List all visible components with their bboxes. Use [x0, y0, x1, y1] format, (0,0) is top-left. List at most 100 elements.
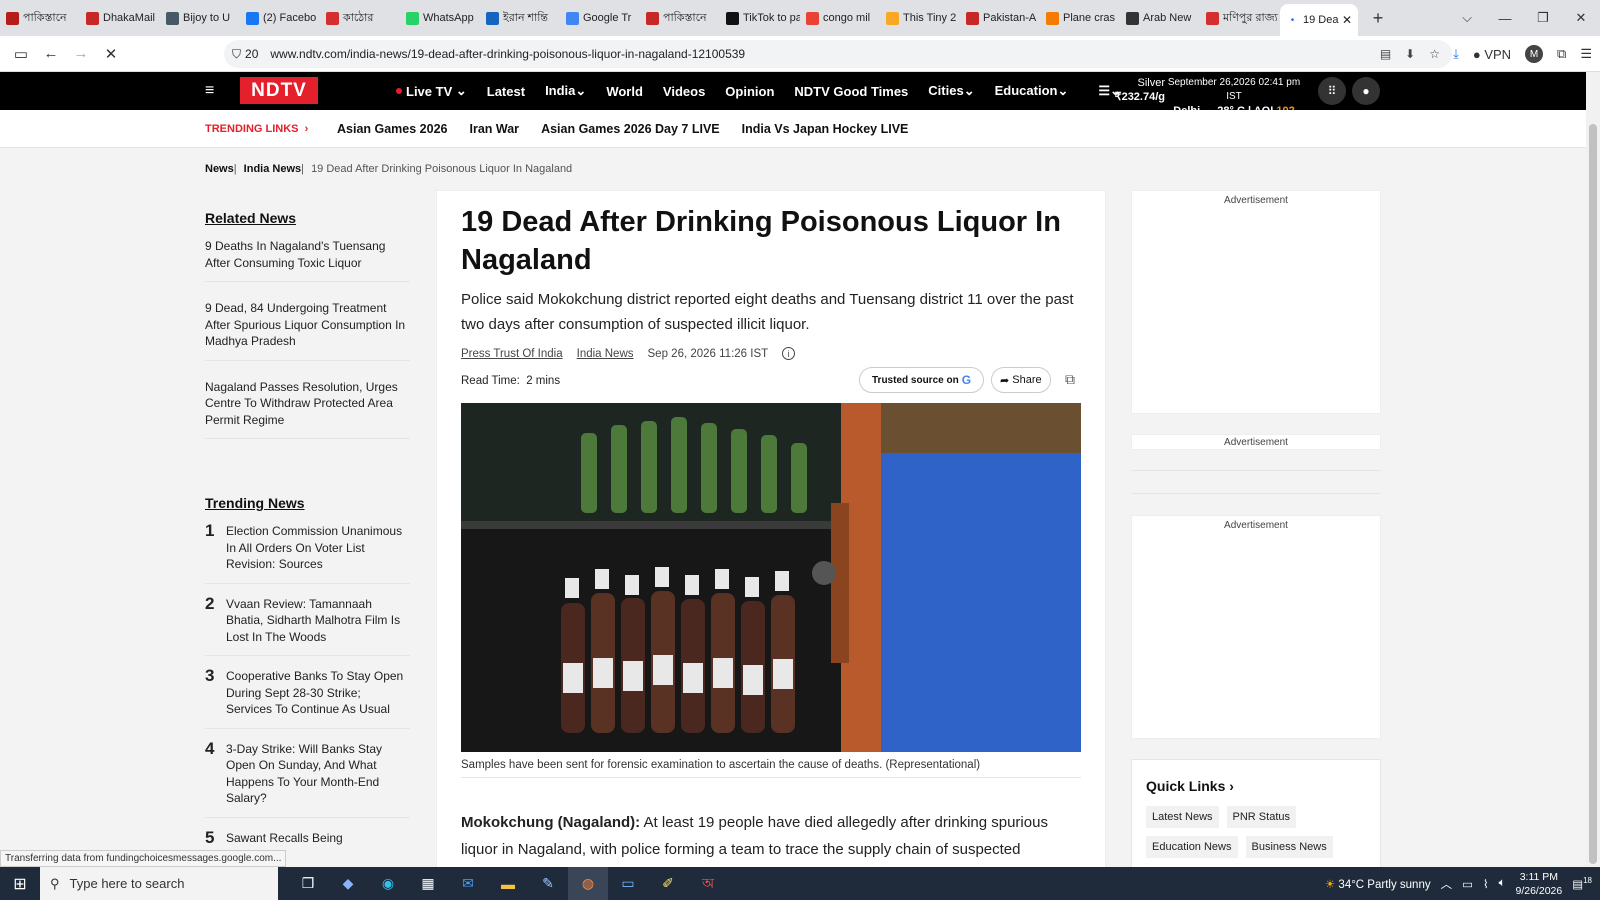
trending-item[interactable]: 1 Election Commission Unanimous In All Or… [205, 522, 410, 584]
nav-education[interactable]: Education⌄ [995, 83, 1069, 99]
browser-tab[interactable]: পাকিস্তানে [640, 4, 720, 32]
advertisement[interactable]: Advertisement [1131, 190, 1381, 414]
clock[interactable]: 3:11 PM 9/26/2026 [1516, 870, 1563, 898]
user-icon[interactable]: ● [1352, 77, 1380, 105]
browser-tab[interactable]: This Tiny 2 [880, 4, 960, 32]
notes-app-icon[interactable]: ✐ [648, 867, 688, 900]
close-tab-icon[interactable]: ✕ [1342, 13, 1352, 27]
network-icon[interactable]: ▭ [1462, 877, 1473, 891]
browser-tab[interactable]: DhakaMail [80, 4, 160, 32]
quick-link-chip[interactable]: Latest News [1146, 806, 1219, 828]
browser-tab[interactable]: ইরান শান্তি [480, 4, 560, 32]
related-news-title[interactable]: Related News [205, 210, 410, 226]
quick-link-chip[interactable]: Education News [1146, 836, 1238, 858]
weather-widget[interactable]: ☀ 34°C Partly sunny [1325, 877, 1431, 891]
scroll-thumb[interactable] [1589, 124, 1597, 864]
trending-link[interactable]: Asian Games 2026 Day 7 LIVE [541, 122, 720, 136]
shield-icon[interactable]: ⛉ [232, 47, 241, 62]
stop-loading-button[interactable]: ✕ [96, 39, 126, 69]
wifi-off-icon[interactable]: ⌇ [1483, 877, 1489, 891]
reader-view-icon[interactable]: ▤ [1380, 47, 1391, 61]
trending-link[interactable]: Iran War [470, 122, 520, 136]
trending-news-title[interactable]: Trending News [205, 495, 410, 511]
browser-tab[interactable]: Google Tr [560, 4, 640, 32]
app-window-icon[interactable]: ▭ [608, 867, 648, 900]
address-bar[interactable]: ⛉ 20 www.ndtv.com/india-news/19-dead-aft… [224, 40, 1452, 68]
share-button[interactable]: ➦ Share [991, 367, 1051, 393]
browser-tab[interactable]: পাকিস্তানে [0, 4, 80, 32]
tab-list-chevron-icon[interactable]: ⌵ [1448, 0, 1486, 36]
trending-link[interactable]: India Vs Japan Hockey LIVE [742, 122, 909, 136]
category-link[interactable]: India News [577, 348, 634, 360]
menu-hamburger-icon[interactable]: ☰ [1580, 46, 1592, 62]
info-icon[interactable]: i [782, 347, 796, 360]
page-scrollbar[interactable] [1586, 72, 1600, 867]
taskbar-search[interactable]: ⚲ Type here to search [40, 867, 278, 900]
trending-link[interactable]: Asian Games 2026 [337, 122, 448, 136]
copy-link-icon[interactable]: ⧉ [1065, 371, 1083, 389]
copilot-icon[interactable]: ◆ [328, 867, 368, 900]
browser-tab[interactable]: কাঠোর [320, 4, 400, 32]
browser-tab[interactable]: WhatsApp [400, 4, 480, 32]
nav-videos[interactable]: Videos [663, 84, 705, 99]
nav-india[interactable]: India⌄ [545, 83, 586, 99]
bangla-keyboard-icon[interactable]: অ [688, 867, 728, 900]
nav-latest[interactable]: Latest [487, 84, 525, 99]
browser-tab[interactable]: Arab New [1120, 4, 1200, 32]
quick-link-chip[interactable]: Business News [1245, 836, 1333, 858]
nav-live-tv[interactable]: Live TV ⌄ [396, 83, 467, 99]
related-item[interactable]: 9 Dead, 84 Undergoing Treatment After Sp… [205, 300, 410, 361]
profile-avatar[interactable]: M [1525, 45, 1544, 63]
trending-item[interactable]: 2 Vvaan Review: Tamannaah Bhatia, Sidhart… [205, 595, 410, 656]
quick-link-chip[interactable]: PNR Status [1226, 806, 1296, 828]
quick-links-title[interactable]: Quick Links › [1146, 778, 1366, 794]
advertisement[interactable]: Advertisement [1131, 434, 1381, 450]
apps-grid-icon[interactable]: ⠿ [1318, 77, 1346, 105]
sidebar-toggle-icon[interactable]: ▭ [6, 39, 36, 69]
author-link[interactable]: Press Trust Of India [461, 348, 563, 360]
related-item[interactable]: 9 Deaths In Nagaland's Tuensang After Co… [205, 238, 410, 282]
advertisement[interactable]: Advertisement [1131, 515, 1381, 739]
task-view-icon[interactable]: ❒ [288, 867, 328, 900]
ndtv-logo[interactable]: NDTV [240, 77, 318, 104]
breadcrumb-india-news[interactable]: India News [244, 163, 301, 175]
browser-tab[interactable]: TikTok to pay [720, 4, 800, 32]
download-icon[interactable]: ⤓ [1453, 46, 1459, 62]
tab-active[interactable]: • 19 Dea ✕ [1280, 4, 1358, 36]
restore-icon[interactable]: ❐ [1524, 0, 1562, 36]
save-to-pocket-icon[interactable]: ⬇ [1405, 47, 1415, 61]
browser-tab[interactable]: (2) Facebo [240, 4, 320, 32]
browser-tab[interactable]: congo mil [800, 4, 880, 32]
feather-app-icon[interactable]: ✎ [528, 867, 568, 900]
url-text[interactable]: www.ndtv.com/india-news/19-dead-after-dr… [270, 47, 1379, 61]
forward-button[interactable]: → [66, 39, 96, 69]
windows-start-icon[interactable]: ⊞ [0, 867, 40, 900]
trending-item[interactable]: 3 Cooperative Banks To Stay Open During S… [205, 667, 410, 729]
browser-tab[interactable]: মণিপুর রাজ্য [1200, 4, 1280, 32]
nav-cities[interactable]: Cities⌄ [928, 83, 974, 99]
nav-world[interactable]: World [606, 84, 643, 99]
extensions-icon[interactable]: ⧉ [1557, 46, 1566, 62]
bookmark-star-icon[interactable]: ☆ [1429, 47, 1440, 61]
volume-icon[interactable]: 🔈︎ [1499, 877, 1506, 890]
trusted-source-button[interactable]: Trusted source on G [859, 367, 985, 393]
trending-item[interactable]: 4 3-Day Strike: Will Banks Stay Open On S… [205, 740, 410, 818]
browser-tab[interactable]: Plane cras [1040, 4, 1120, 32]
back-button[interactable]: ← [36, 39, 66, 69]
breadcrumb-news[interactable]: News [205, 163, 234, 175]
nav-opinion[interactable]: Opinion [725, 84, 774, 99]
minimize-icon[interactable]: — [1486, 0, 1524, 36]
outlook-icon[interactable]: ✉ [448, 867, 488, 900]
nav-good-times[interactable]: NDTV Good Times [794, 84, 908, 99]
vpn-button[interactable]: ● VPN [1473, 47, 1511, 62]
file-explorer-icon[interactable]: ▬ [488, 867, 528, 900]
browser-tab[interactable]: Pakistan-A [960, 4, 1040, 32]
browser-tab[interactable]: Bijoy to U [160, 4, 240, 32]
notifications-icon[interactable]: ▤18 [1572, 876, 1592, 891]
edge-icon[interactable]: ◉ [368, 867, 408, 900]
store-icon[interactable]: ▦ [408, 867, 448, 900]
new-tab-button[interactable]: + [1364, 4, 1392, 32]
site-menu-icon[interactable]: ≡ [205, 82, 214, 100]
tray-chevron-icon[interactable]: ︿ [1441, 876, 1453, 892]
related-item[interactable]: Nagaland Passes Resolution, Urges Centre… [205, 379, 410, 439]
